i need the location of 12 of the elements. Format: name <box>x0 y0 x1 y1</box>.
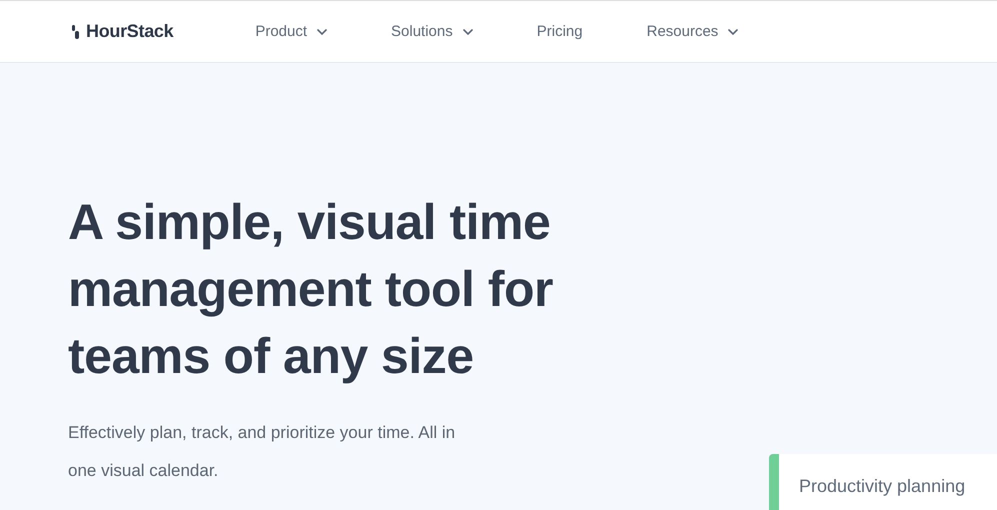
nav-menu-item[interactable]: Pricing <box>536 23 583 40</box>
card-title: Productivity planning <box>799 476 966 496</box>
hero-heading: A simple, visual time management tool for teams of any size <box>68 193 554 386</box>
chevron-down-icon <box>462 28 473 34</box>
chevron-down-icon <box>728 28 738 34</box>
hero-subtitle: Effectively plan, track, and prioritize your time. All in one visual calendar. <box>68 422 456 482</box>
hourstack-logo[interactable]: HourStack <box>72 21 174 42</box>
nav-menu-item[interactable]: Solutions <box>391 23 473 40</box>
nav-menu-item[interactable]: Product <box>255 23 328 40</box>
logo-mark-icon <box>72 24 80 38</box>
nav-menu-item[interactable]: Resources <box>646 23 738 40</box>
chevron-down-icon <box>317 28 328 34</box>
